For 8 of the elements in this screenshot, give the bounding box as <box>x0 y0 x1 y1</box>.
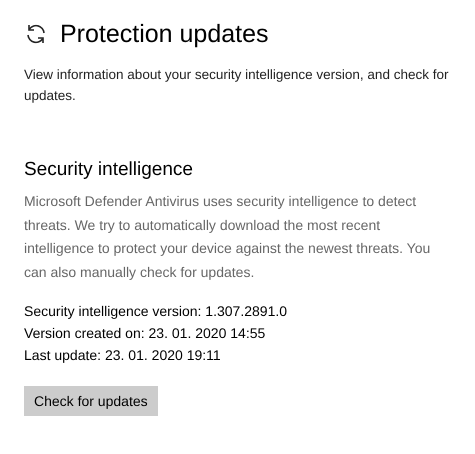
info-line: Last update: 23. 01. 2020 19:11 <box>24 346 221 365</box>
info-line: Security intelligence version: 1.307.2891.0 <box>24 302 288 321</box>
info-line: Version created on: 23. 01. 2020 14:55 <box>24 324 266 343</box>
check-updates-button[interactable]: Check for updates <box>24 386 158 416</box>
section-description: Microsoft Defender Antivirus uses security intelligence to detect threats. We try to automatically download the most recent intelligence to protect your device against the newest threats. You can also manually check for updates. <box>24 192 432 282</box>
page-title: Protection updates <box>60 19 268 50</box>
section-title: Security intelligence <box>24 158 194 182</box>
page-description: View information about your security intelligence version, and check for updates. <box>24 66 450 105</box>
